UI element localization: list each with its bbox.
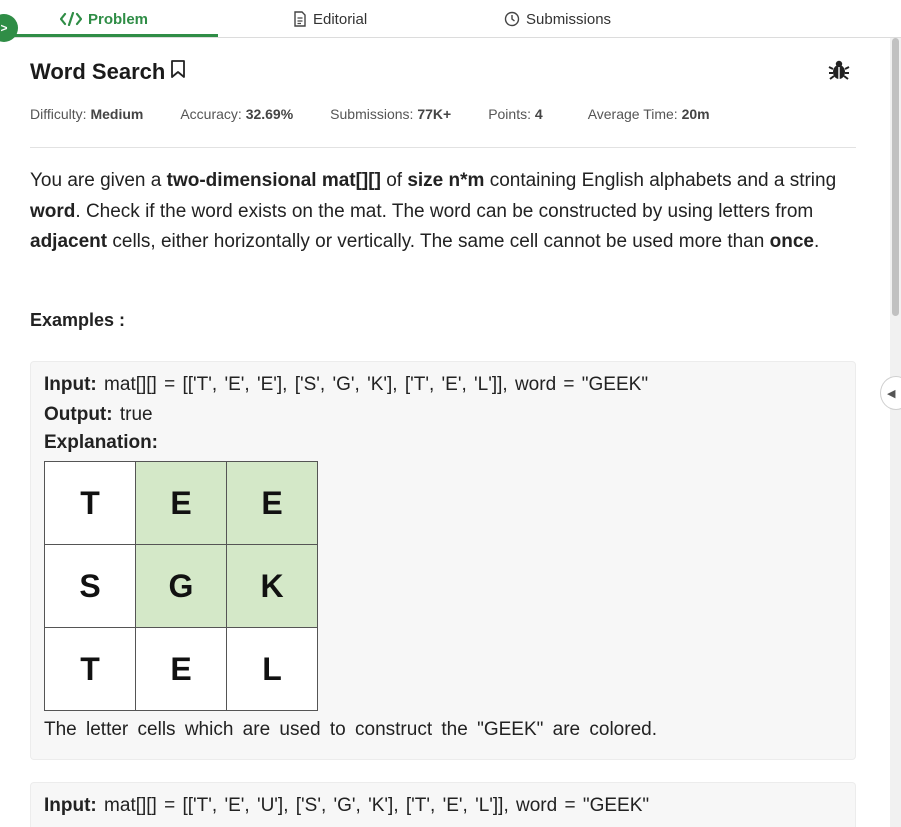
example-output: Output: true (44, 404, 153, 425)
grid-cell: T (44, 627, 136, 711)
code-icon (60, 12, 82, 26)
grid-cell-highlighted: K (226, 544, 318, 628)
submissions-meta: Submissions: 77K+ (330, 106, 452, 122)
clock-icon (504, 11, 520, 27)
problem-tab-bar: Problem Editorial Submissions (0, 0, 901, 38)
page-title: Word Search (30, 58, 187, 86)
problem-title: Word Search (30, 59, 166, 84)
difficulty-meta: Difficulty: Medium (30, 106, 144, 122)
tab-submissions[interactable]: Submissions (504, 0, 611, 38)
accuracy-meta: Accuracy: 32.69% (180, 106, 294, 122)
grid-row: T E E (44, 461, 318, 545)
submissions-value: 77K+ (417, 106, 452, 122)
grid-cell-highlighted: E (226, 461, 318, 545)
grid-row: S G K (44, 544, 318, 628)
active-tab-indicator (0, 34, 218, 37)
points-value: 4 (534, 106, 543, 122)
example-note: The letter cells which are used to const… (44, 719, 657, 740)
tab-editorial[interactable]: Editorial (293, 0, 367, 38)
average-time-meta: Average Time: 20m (587, 106, 710, 122)
grid-cell: L (226, 627, 318, 711)
grid-cell: S (44, 544, 136, 628)
accuracy-value: 32.69% (245, 106, 294, 122)
problem-description: You are given a two-dimensional mat[][] … (30, 170, 837, 252)
tab-label: Problem (88, 10, 149, 28)
scrollbar-thumb[interactable] (892, 38, 899, 316)
bug-report-icon[interactable] (828, 58, 850, 87)
grid-row: T E L (44, 627, 318, 711)
chevron-right-icon: > (0, 21, 8, 35)
average-time-value: 20m (681, 106, 710, 122)
letter-grid: T E E S G K T E L (44, 461, 318, 711)
example-box: Input: mat[][] = [['T', 'E', 'U'], ['S',… (30, 782, 856, 827)
difficulty-value: Medium (90, 106, 144, 122)
tab-label: Submissions (526, 10, 612, 28)
problem-meta: Difficulty: Medium Accuracy: 32.69% Subm… (30, 106, 710, 122)
example-box: Input: mat[][] = [['T', 'E', 'E'], ['S',… (30, 361, 856, 760)
grid-cell: E (135, 627, 227, 711)
grid-cell-highlighted: G (135, 544, 227, 628)
document-icon (293, 11, 307, 27)
example-input: Input: mat[][] = [['T', 'E', 'U'], ['S',… (44, 795, 650, 816)
tab-label: Editorial (313, 10, 368, 28)
header-divider (30, 147, 856, 148)
bookmark-icon[interactable] (169, 58, 187, 86)
collapse-panel-button[interactable]: ◀ (880, 376, 901, 410)
points-meta: Points: 4 (488, 106, 543, 122)
grid-cell: T (44, 461, 136, 545)
tab-problem[interactable]: Problem (60, 0, 148, 38)
chevron-left-icon: ◀ (887, 387, 896, 400)
grid-cell-highlighted: E (135, 461, 227, 545)
example-explanation-label: Explanation: (44, 432, 159, 453)
example-input: Input: mat[][] = [['T', 'E', 'E'], ['S',… (44, 374, 649, 395)
examples-heading: Examples : (30, 310, 126, 330)
